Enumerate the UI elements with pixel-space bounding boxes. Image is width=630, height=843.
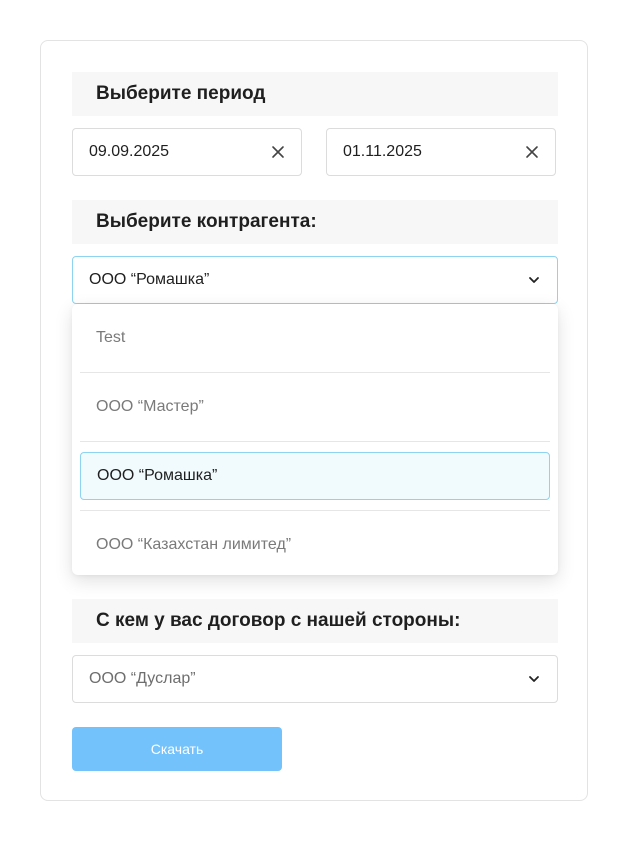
dropdown-option[interactable]: ООО “Казахстан лимитед” xyxy=(80,521,550,569)
counterparty-selected-value: ООО “Ромашка” xyxy=(89,271,210,288)
option-divider xyxy=(80,510,550,511)
dropdown-option-selected[interactable]: ООО “Ромашка” xyxy=(80,452,550,500)
close-icon[interactable] xyxy=(525,145,539,159)
date-to-value: 01.11.2025 xyxy=(343,143,422,160)
dropdown-option[interactable]: Test xyxy=(80,314,550,362)
close-icon[interactable] xyxy=(271,145,285,159)
download-button[interactable]: Скачать xyxy=(72,727,282,771)
counterparty-dropdown: Test ООО “Мастер” ООО “Ромашка” ООО “Каз… xyxy=(72,304,558,575)
contract-section-title: С кем у вас договор с нашей стороны: xyxy=(72,599,558,643)
option-divider xyxy=(80,441,550,442)
counterparty-select[interactable]: ООО “Ромашка” xyxy=(72,256,558,304)
dropdown-option[interactable]: ООО “Мастер” xyxy=(80,383,550,431)
date-to-field[interactable]: 01.11.2025 xyxy=(326,128,556,176)
chevron-down-icon[interactable] xyxy=(527,273,541,287)
period-section-title: Выберите период xyxy=(72,72,558,116)
option-divider xyxy=(80,372,550,373)
date-from-value: 09.09.2025 xyxy=(89,143,170,160)
chevron-down-icon[interactable] xyxy=(527,672,541,686)
date-from-field[interactable]: 09.09.2025 xyxy=(72,128,302,176)
counterparty-section-title: Выберите контрагента: xyxy=(72,200,558,244)
contract-select[interactable]: ООО “Дуслар” xyxy=(72,655,558,703)
contract-selected-value: ООО “Дуслар” xyxy=(89,670,196,687)
